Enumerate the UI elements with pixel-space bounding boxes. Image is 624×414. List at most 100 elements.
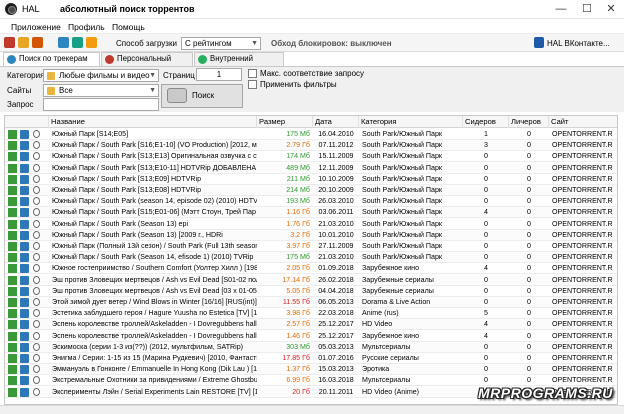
open-link-icon[interactable] [8, 253, 17, 263]
open-link-icon[interactable] [8, 331, 17, 341]
open-link-icon[interactable] [8, 365, 17, 375]
save-icon[interactable] [20, 152, 29, 162]
info-icon[interactable] [33, 342, 40, 351]
maximize-button[interactable]: ☐ [574, 0, 600, 18]
table-row[interactable]: Южный Парк / South Park [S15;E01-06] (Мэ… [5, 207, 617, 219]
minimize-button[interactable]: — [548, 0, 574, 18]
table-row[interactable]: Южный Парк / South Park [S13;E08] HDTVRi… [5, 185, 617, 196]
save-icon[interactable] [20, 197, 29, 207]
save-icon[interactable] [20, 141, 29, 151]
save-icon[interactable] [20, 174, 29, 184]
save-icon[interactable] [20, 376, 29, 386]
info-icon[interactable] [33, 208, 40, 217]
network-icon[interactable] [58, 37, 69, 48]
table-row[interactable]: Южное гостеприимство / Southern Comfort … [5, 263, 617, 275]
tab-personal-search[interactable]: Персональный поиск [101, 52, 193, 75]
open-link-icon[interactable] [8, 163, 17, 173]
open-link-icon[interactable] [8, 197, 17, 207]
tab-browser[interactable]: Внутренний браузер [194, 52, 284, 75]
table-row[interactable]: Эммануэль в Гонконге / Emmanuelle In Hon… [5, 364, 617, 376]
open-link-icon[interactable] [8, 141, 17, 151]
column-header-seeders[interactable]: Сидеров [463, 116, 509, 128]
key-icon[interactable] [18, 37, 29, 48]
save-icon[interactable] [20, 387, 29, 397]
table-row[interactable]: Этой зимой дует ветер / Wind Blows in Wi… [5, 297, 617, 308]
info-icon[interactable] [33, 365, 40, 374]
close-button[interactable]: ✕ [598, 0, 624, 18]
open-link-icon[interactable] [8, 219, 17, 229]
table-row[interactable]: Энигма / Серии: 1-15 из 15 (Марина Рудке… [5, 353, 617, 364]
column-header-size[interactable]: Размер [257, 116, 313, 128]
column-header-name[interactable]: Название [49, 116, 257, 128]
save-icon[interactable] [20, 354, 29, 363]
open-link-icon[interactable] [8, 152, 17, 162]
save-icon[interactable] [20, 130, 29, 139]
settings-icon[interactable] [86, 37, 97, 48]
download-icon[interactable] [32, 37, 43, 48]
open-link-icon[interactable] [8, 298, 17, 307]
menu-profile[interactable]: Профиль [68, 22, 105, 32]
save-icon[interactable] [20, 253, 29, 263]
info-icon[interactable] [33, 163, 40, 172]
info-icon[interactable] [33, 141, 40, 150]
open-link-icon[interactable] [8, 186, 17, 195]
table-row[interactable]: Южный Парк / South Park (Season 14, efis… [5, 252, 617, 264]
save-icon[interactable] [20, 286, 29, 296]
save-icon[interactable] [20, 230, 29, 240]
save-icon[interactable] [20, 298, 29, 307]
info-icon[interactable] [33, 286, 40, 295]
info-icon[interactable] [33, 309, 40, 318]
table-row[interactable]: Эш против Зловещих мертвецов / Ash vs Ev… [5, 274, 617, 286]
query-input[interactable] [43, 98, 159, 111]
info-icon[interactable] [33, 376, 40, 385]
info-icon[interactable] [33, 354, 40, 362]
table-row[interactable]: Южный Парк / South Park [S13;E09] HDTVRi… [5, 174, 617, 185]
save-icon[interactable] [20, 264, 29, 274]
table-row[interactable]: Эстетика заблудшего героя / Hagure Yuush… [5, 308, 617, 320]
table-row[interactable]: Южный Парк / South Park [S16;E1-10] (VO … [5, 140, 617, 152]
table-row[interactable]: Эспень королевстве троллей/Askeladden - … [5, 331, 617, 342]
save-icon[interactable] [20, 242, 29, 251]
tools-icon[interactable] [4, 37, 15, 48]
category-select[interactable]: Любые фильмы и видео ▼ [43, 69, 159, 82]
save-icon[interactable] [20, 342, 29, 352]
open-link-icon[interactable] [8, 376, 17, 386]
open-link-icon[interactable] [8, 242, 17, 251]
max-match-checkbox[interactable] [248, 69, 257, 78]
open-link-icon[interactable] [8, 320, 17, 330]
save-icon[interactable] [20, 186, 29, 195]
info-icon[interactable] [33, 387, 40, 396]
sites-select[interactable]: Все ▼ [43, 84, 159, 97]
column-header-date[interactable]: Дата [313, 116, 359, 128]
table-row[interactable]: Эш против Зловещих мертвецов / Ash vs Ev… [5, 286, 617, 297]
info-icon[interactable] [33, 242, 40, 250]
info-icon[interactable] [33, 186, 40, 194]
info-icon[interactable] [33, 298, 40, 306]
info-icon[interactable] [33, 275, 40, 284]
save-icon[interactable] [20, 219, 29, 229]
info-icon[interactable] [33, 230, 40, 239]
sort-select[interactable]: С рейтингом ▼ [181, 37, 261, 50]
open-link-icon[interactable] [8, 130, 17, 139]
save-icon[interactable] [20, 309, 29, 319]
table-row[interactable]: Южный Парк / South Park (Season 13) epi 1… [5, 219, 617, 230]
save-icon[interactable] [20, 163, 29, 173]
table-row[interactable]: Южный Парк / South Park (season 14, epis… [5, 196, 617, 208]
info-icon[interactable] [33, 253, 40, 262]
save-icon[interactable] [20, 320, 29, 330]
table-row[interactable]: Южный Парк / South Park (Season 13) [200… [5, 229, 617, 241]
open-link-icon[interactable] [8, 309, 17, 319]
menu-help[interactable]: Помощь [112, 22, 145, 32]
save-icon[interactable] [20, 275, 29, 285]
search-button[interactable]: Поиск [161, 84, 243, 108]
pages-stepper[interactable]: 1 [196, 68, 242, 81]
info-icon[interactable] [33, 331, 40, 340]
open-link-icon[interactable] [8, 208, 17, 218]
open-link-icon[interactable] [8, 342, 17, 352]
table-row[interactable]: Южный Парк [S14;E05] 175 Мб 16.04.2010 Sout… [5, 129, 617, 140]
menu-app[interactable]: Приложение [11, 22, 61, 32]
info-icon[interactable] [33, 219, 40, 228]
vk-button[interactable]: HAL ВКонтакте... [547, 39, 610, 48]
info-icon[interactable] [33, 320, 40, 329]
open-link-icon[interactable] [8, 230, 17, 240]
